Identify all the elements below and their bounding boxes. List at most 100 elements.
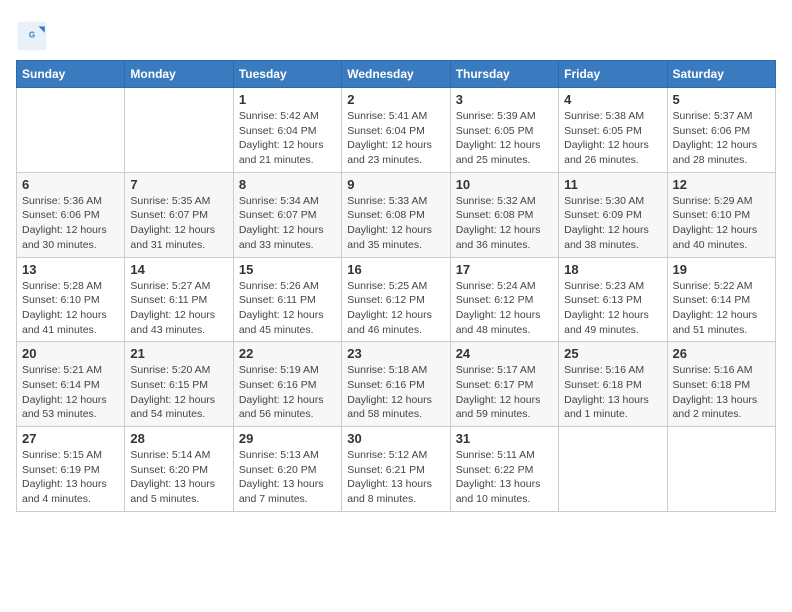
day-number: 3 <box>456 92 553 107</box>
day-number: 18 <box>564 262 661 277</box>
day-number: 5 <box>673 92 770 107</box>
day-info: Sunrise: 5:24 AM Sunset: 6:12 PM Dayligh… <box>456 279 553 338</box>
day-number: 25 <box>564 346 661 361</box>
day-number: 22 <box>239 346 336 361</box>
day-number: 28 <box>130 431 227 446</box>
calendar-cell: 11 Sunrise: 5:30 AM Sunset: 6:09 PM Dayli… <box>559 172 667 257</box>
calendar-cell: 21 Sunrise: 5:20 AM Sunset: 6:15 PM Dayli… <box>125 342 233 427</box>
day-info: Sunrise: 5:25 AM Sunset: 6:12 PM Dayligh… <box>347 279 444 338</box>
calendar-week-row: 13 Sunrise: 5:28 AM Sunset: 6:10 PM Dayli… <box>17 257 776 342</box>
weekday-header-cell: Monday <box>125 61 233 88</box>
day-number: 15 <box>239 262 336 277</box>
weekday-header-cell: Sunday <box>17 61 125 88</box>
day-info: Sunrise: 5:26 AM Sunset: 6:11 PM Dayligh… <box>239 279 336 338</box>
day-info: Sunrise: 5:32 AM Sunset: 6:08 PM Dayligh… <box>456 194 553 253</box>
calendar-cell: 14Sunrise: 5:27 AM Sunset: 6:11 PM Dayli… <box>125 257 233 342</box>
calendar-cell <box>667 427 775 512</box>
day-info: Sunrise: 5:28 AM Sunset: 6:10 PM Dayligh… <box>22 279 119 338</box>
calendar-cell <box>125 88 233 173</box>
day-number: 20 <box>22 346 119 361</box>
day-number: 4 <box>564 92 661 107</box>
day-info: Sunrise: 5:19 AM Sunset: 6:16 PM Dayligh… <box>239 363 336 422</box>
weekday-header-row: SundayMondayTuesdayWednesdayThursdayFrid… <box>17 61 776 88</box>
calendar-cell <box>17 88 125 173</box>
calendar-cell: 1 Sunrise: 5:42 AM Sunset: 6:04 PM Daylig… <box>233 88 341 173</box>
calendar-cell: 29Sunrise: 5:13 AM Sunset: 6:20 PM Dayli… <box>233 427 341 512</box>
day-number: 11 <box>564 177 661 192</box>
calendar-cell: 5 Sunrise: 5:37 AM Sunset: 6:06 PM Daylig… <box>667 88 775 173</box>
day-number: 13 <box>22 262 119 277</box>
day-info: Sunrise: 5:13 AM Sunset: 6:20 PM Dayligh… <box>239 448 336 507</box>
calendar-cell: 16 Sunrise: 5:25 AM Sunset: 6:12 PM Dayli… <box>342 257 450 342</box>
calendar-cell: 6Sunrise: 5:36 AM Sunset: 6:06 PM Daylig… <box>17 172 125 257</box>
weekday-header-cell: Thursday <box>450 61 558 88</box>
day-info: Sunrise: 5:37 AM Sunset: 6:06 PM Dayligh… <box>673 109 770 168</box>
day-info: Sunrise: 5:18 AM Sunset: 6:16 PM Dayligh… <box>347 363 444 422</box>
day-info: Sunrise: 5:35 AM Sunset: 6:07 PM Dayligh… <box>130 194 227 253</box>
page-header: G <box>16 16 776 52</box>
day-number: 8 <box>239 177 336 192</box>
day-info: Sunrise: 5:21 AM Sunset: 6:14 PM Dayligh… <box>22 363 119 422</box>
calendar-cell: 26 Sunrise: 5:16 AM Sunset: 6:18 PM Dayli… <box>667 342 775 427</box>
day-number: 19 <box>673 262 770 277</box>
day-number: 1 <box>239 92 336 107</box>
day-number: 9 <box>347 177 444 192</box>
day-number: 12 <box>673 177 770 192</box>
day-info: Sunrise: 5:29 AM Sunset: 6:10 PM Dayligh… <box>673 194 770 253</box>
calendar-cell <box>559 427 667 512</box>
calendar-cell: 22 Sunrise: 5:19 AM Sunset: 6:16 PM Dayli… <box>233 342 341 427</box>
day-info: Sunrise: 5:27 AM Sunset: 6:11 PM Dayligh… <box>130 279 227 338</box>
calendar-week-row: 6Sunrise: 5:36 AM Sunset: 6:06 PM Daylig… <box>17 172 776 257</box>
day-info: Sunrise: 5:33 AM Sunset: 6:08 PM Dayligh… <box>347 194 444 253</box>
calendar-cell: 24 Sunrise: 5:17 AM Sunset: 6:17 PM Dayli… <box>450 342 558 427</box>
calendar-cell: 31 Sunrise: 5:11 AM Sunset: 6:22 PM Dayli… <box>450 427 558 512</box>
day-info: Sunrise: 5:41 AM Sunset: 6:04 PM Dayligh… <box>347 109 444 168</box>
day-number: 26 <box>673 346 770 361</box>
calendar-cell: 7Sunrise: 5:35 AM Sunset: 6:07 PM Daylig… <box>125 172 233 257</box>
day-info: Sunrise: 5:20 AM Sunset: 6:15 PM Dayligh… <box>130 363 227 422</box>
calendar-cell: 19 Sunrise: 5:22 AM Sunset: 6:14 PM Dayli… <box>667 257 775 342</box>
day-info: Sunrise: 5:15 AM Sunset: 6:19 PM Dayligh… <box>22 448 119 507</box>
calendar-cell: 20 Sunrise: 5:21 AM Sunset: 6:14 PM Dayli… <box>17 342 125 427</box>
logo-icon: G <box>16 20 48 52</box>
day-info: Sunrise: 5:16 AM Sunset: 6:18 PM Dayligh… <box>564 363 661 422</box>
day-info: Sunrise: 5:12 AM Sunset: 6:21 PM Dayligh… <box>347 448 444 507</box>
day-number: 6 <box>22 177 119 192</box>
calendar-cell: 17 Sunrise: 5:24 AM Sunset: 6:12 PM Dayli… <box>450 257 558 342</box>
calendar-cell: 10 Sunrise: 5:32 AM Sunset: 6:08 PM Dayli… <box>450 172 558 257</box>
svg-text:G: G <box>29 31 35 40</box>
day-info: Sunrise: 5:14 AM Sunset: 6:20 PM Dayligh… <box>130 448 227 507</box>
day-info: Sunrise: 5:23 AM Sunset: 6:13 PM Dayligh… <box>564 279 661 338</box>
day-info: Sunrise: 5:22 AM Sunset: 6:14 PM Dayligh… <box>673 279 770 338</box>
calendar-table: SundayMondayTuesdayWednesdayThursdayFrid… <box>16 60 776 512</box>
calendar-cell: 4Sunrise: 5:38 AM Sunset: 6:05 PM Daylig… <box>559 88 667 173</box>
calendar-cell: 13 Sunrise: 5:28 AM Sunset: 6:10 PM Dayli… <box>17 257 125 342</box>
day-info: Sunrise: 5:11 AM Sunset: 6:22 PM Dayligh… <box>456 448 553 507</box>
day-info: Sunrise: 5:16 AM Sunset: 6:18 PM Dayligh… <box>673 363 770 422</box>
day-number: 24 <box>456 346 553 361</box>
day-number: 23 <box>347 346 444 361</box>
day-info: Sunrise: 5:42 AM Sunset: 6:04 PM Dayligh… <box>239 109 336 168</box>
day-number: 16 <box>347 262 444 277</box>
day-number: 21 <box>130 346 227 361</box>
calendar-body: 1 Sunrise: 5:42 AM Sunset: 6:04 PM Daylig… <box>17 88 776 512</box>
calendar-cell: 28 Sunrise: 5:14 AM Sunset: 6:20 PM Dayli… <box>125 427 233 512</box>
calendar-cell: 9 Sunrise: 5:33 AM Sunset: 6:08 PM Daylig… <box>342 172 450 257</box>
day-info: Sunrise: 5:30 AM Sunset: 6:09 PM Dayligh… <box>564 194 661 253</box>
calendar-cell: 25 Sunrise: 5:16 AM Sunset: 6:18 PM Dayli… <box>559 342 667 427</box>
day-number: 27 <box>22 431 119 446</box>
day-info: Sunrise: 5:17 AM Sunset: 6:17 PM Dayligh… <box>456 363 553 422</box>
calendar-week-row: 27 Sunrise: 5:15 AM Sunset: 6:19 PM Dayli… <box>17 427 776 512</box>
day-number: 2 <box>347 92 444 107</box>
calendar-cell: 23 Sunrise: 5:18 AM Sunset: 6:16 PM Dayli… <box>342 342 450 427</box>
calendar-week-row: 1 Sunrise: 5:42 AM Sunset: 6:04 PM Daylig… <box>17 88 776 173</box>
day-number: 17 <box>456 262 553 277</box>
calendar-cell: 3 Sunrise: 5:39 AM Sunset: 6:05 PM Daylig… <box>450 88 558 173</box>
calendar-week-row: 20 Sunrise: 5:21 AM Sunset: 6:14 PM Dayli… <box>17 342 776 427</box>
calendar-cell: 30Sunrise: 5:12 AM Sunset: 6:21 PM Dayli… <box>342 427 450 512</box>
calendar-header: SundayMondayTuesdayWednesdayThursdayFrid… <box>17 61 776 88</box>
day-number: 10 <box>456 177 553 192</box>
day-info: Sunrise: 5:39 AM Sunset: 6:05 PM Dayligh… <box>456 109 553 168</box>
calendar-cell: 8Sunrise: 5:34 AM Sunset: 6:07 PM Daylig… <box>233 172 341 257</box>
day-number: 31 <box>456 431 553 446</box>
